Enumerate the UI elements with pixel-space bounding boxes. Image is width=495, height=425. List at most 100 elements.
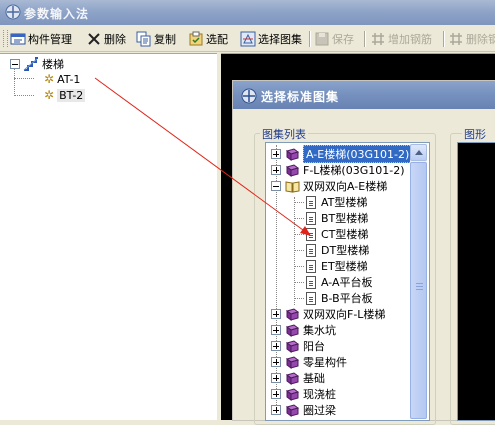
- document-icon: [306, 195, 316, 209]
- expand-toggle-icon[interactable]: [271, 373, 281, 383]
- window-title: 参数输入法: [24, 7, 90, 21]
- delete-x-icon: [88, 33, 100, 45]
- save-label: 保存: [332, 33, 354, 46]
- copy-button[interactable]: 复制: [136, 29, 176, 49]
- expand-toggle-icon[interactable]: [271, 165, 281, 175]
- atlas-item-label: 圈过梁: [303, 404, 336, 417]
- collapse-toggle-icon[interactable]: [10, 59, 20, 69]
- select-atlas-button[interactable]: 选择图集: [240, 29, 302, 49]
- atlas-folder-item[interactable]: 圈过梁: [271, 402, 336, 418]
- book-icon: [285, 163, 300, 177]
- expand-toggle-icon[interactable]: [271, 309, 281, 319]
- atlas-folder-item[interactable]: 零星构件: [271, 354, 347, 370]
- toolbar-separator: [443, 31, 445, 47]
- atlas-folder-item[interactable]: 双网双向F-L楼梯: [271, 306, 385, 322]
- scroll-thumb[interactable]: [410, 162, 427, 419]
- tree-connector: [294, 218, 304, 219]
- select-config-button[interactable]: 选配: [188, 29, 228, 49]
- delete-label: 删除: [104, 33, 126, 46]
- expand-toggle-icon[interactable]: [271, 341, 281, 351]
- tree-connector: [294, 266, 304, 267]
- atlas-folder-item[interactable]: 基础: [271, 370, 325, 386]
- atlas-item-label: 阳台: [303, 340, 325, 353]
- dialog-title-bar[interactable]: 选择标准图集: [233, 81, 495, 109]
- tree-item-label: BT-2: [57, 88, 86, 102]
- delete-rebar-icon: [450, 33, 462, 45]
- component-tree-pane: 楼梯 ✲ AT-1 ✲ BT-2: [0, 53, 219, 420]
- toolbar-separator: [364, 31, 366, 47]
- atlas-item-label: DT型楼梯: [321, 244, 370, 257]
- atlas-folder-item[interactable]: 阳台: [271, 338, 325, 354]
- book-icon: [285, 323, 300, 337]
- tree-connector: [14, 68, 15, 96]
- collapse-toggle-icon[interactable]: [271, 181, 281, 191]
- tree-connector: [14, 95, 34, 96]
- add-rebar-label: 增加钢筋: [388, 33, 432, 46]
- select-config-label: 选配: [206, 33, 228, 46]
- atlas-folder-item[interactable]: 现浇桩: [271, 386, 336, 402]
- atlas-doc-item[interactable]: AT型楼梯: [294, 194, 367, 210]
- component-manage-button[interactable]: 构件管理: [10, 29, 72, 49]
- save-button[interactable]: 保存: [314, 29, 354, 49]
- delete-button[interactable]: 删除: [86, 29, 126, 49]
- atlas-item-label: 零星构件: [303, 356, 347, 369]
- book-icon: [285, 371, 300, 385]
- atlas-item-label: 双网双向F-L楼梯: [303, 308, 386, 321]
- component-manage-label: 构件管理: [28, 33, 72, 46]
- tree-connector: [294, 234, 304, 235]
- tree-root-stairs[interactable]: 楼梯: [10, 56, 64, 72]
- expand-toggle-icon[interactable]: [271, 405, 281, 415]
- tree-connector: [294, 250, 304, 251]
- atlas-tree-list[interactable]: A-E楼梯(03G101-2) F-L楼梯(03G101-2) 双网双向A-E楼梯 A…: [265, 142, 430, 421]
- atlas-folder-item[interactable]: A-E楼梯(03G101-2): [271, 145, 413, 163]
- toolbar-separator: [309, 31, 311, 47]
- delete-rebar-button[interactable]: 删除钢: [448, 29, 495, 49]
- atlas-doc-item[interactable]: B-B平台板: [294, 290, 373, 306]
- atlas-item-label: A-A平台板: [321, 276, 373, 289]
- atlas-item-label: CT型楼梯: [321, 228, 369, 241]
- expand-toggle-icon[interactable]: [271, 357, 281, 367]
- atlas-folder-item[interactable]: F-L楼梯(03G101-2): [271, 162, 405, 178]
- document-icon: [306, 291, 316, 305]
- select-config-icon: [189, 31, 203, 46]
- gear-icon: ✲: [44, 72, 55, 86]
- book-icon: [285, 147, 300, 161]
- thumb-grip: [416, 289, 423, 290]
- stairs-icon: [23, 57, 38, 71]
- dialog-app-icon: [241, 88, 257, 104]
- expand-toggle-icon[interactable]: [271, 389, 281, 399]
- expand-toggle-icon[interactable]: [271, 325, 281, 335]
- atlas-item-label: 基础: [303, 372, 325, 385]
- main-window: 参数输入法 构件管理 删除 复制 选配 选择图集 保存 增加钢筋 删除钢 楼梯 …: [0, 0, 495, 425]
- document-icon: [306, 243, 316, 257]
- atlas-folder-item[interactable]: 集水坑: [271, 322, 336, 338]
- tree-item-at1[interactable]: ✲ AT-1: [44, 72, 80, 86]
- tree-item-label: AT-1: [57, 72, 81, 86]
- book-icon: [285, 403, 300, 417]
- atlas-doc-item[interactable]: BT型楼梯: [294, 210, 368, 226]
- atlas-doc-item[interactable]: ET型楼梯: [294, 258, 368, 274]
- book-icon: [285, 387, 300, 401]
- toolbar-grip[interactable]: [3, 30, 8, 47]
- scroll-up-button[interactable]: [410, 144, 427, 161]
- tree-item-bt2[interactable]: ✲ BT-2: [44, 88, 86, 102]
- copy-icon: [136, 31, 151, 47]
- document-icon: [306, 259, 316, 273]
- graphic-preview-area: [457, 142, 495, 421]
- book-icon: [285, 339, 300, 353]
- thumb-grip: [416, 283, 423, 284]
- atlas-folder-item[interactable]: 双网双向A-E楼梯: [271, 178, 387, 194]
- copy-label: 复制: [154, 33, 176, 46]
- atlas-doc-item[interactable]: A-A平台板: [294, 274, 373, 290]
- list-scrollbar[interactable]: [410, 144, 427, 419]
- document-icon: [306, 211, 316, 225]
- add-rebar-button[interactable]: 增加钢筋: [370, 29, 432, 49]
- atlas-item-label: B-B平台板: [321, 292, 373, 305]
- atlas-item-label: 集水坑: [303, 324, 336, 337]
- atlas-doc-item[interactable]: CT型楼梯: [294, 226, 369, 242]
- select-atlas-label: 选择图集: [258, 33, 302, 46]
- title-bar[interactable]: 参数输入法: [0, 0, 495, 25]
- document-icon: [306, 227, 316, 241]
- atlas-doc-item[interactable]: DT型楼梯: [294, 242, 370, 258]
- expand-toggle-icon[interactable]: [271, 149, 281, 159]
